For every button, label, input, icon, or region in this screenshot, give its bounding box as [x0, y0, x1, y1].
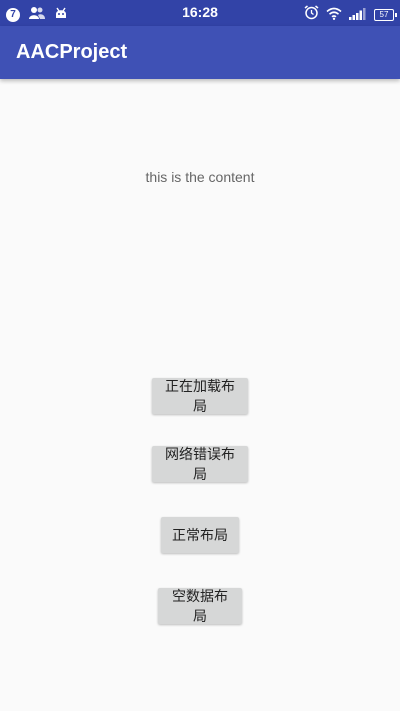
content-text: this is the content [145, 169, 255, 185]
signal-icon [349, 5, 367, 24]
loading-layout-button[interactable]: 正在加载布局 [152, 378, 248, 415]
wifi-icon [326, 5, 342, 24]
status-bar: 7 16:28 57 [0, 0, 400, 26]
status-bar-right: 57 [304, 5, 397, 24]
network-error-layout-button[interactable]: 网络错误布局 [152, 446, 248, 483]
battery-icon: 57 [374, 8, 397, 21]
app-title: AACProject [16, 41, 128, 63]
empty-data-layout-button[interactable]: 空数据布局 [158, 588, 242, 625]
normal-layout-button[interactable]: 正常布局 [161, 517, 239, 553]
app-bar: AACProject [0, 26, 400, 79]
alarm-icon [304, 5, 319, 24]
